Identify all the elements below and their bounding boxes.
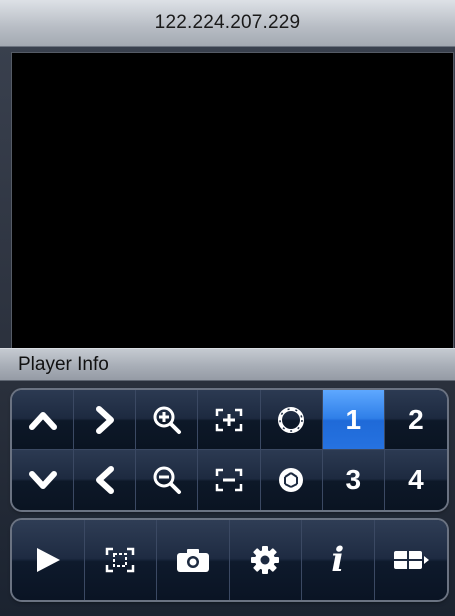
fullscreen-icon [106,547,135,573]
snapshot-button[interactable] [157,520,230,600]
pan-left-button[interactable] [74,450,137,510]
zoom-out-button[interactable] [136,450,199,510]
channel-4-label: 4 [408,464,424,495]
bottom-toolbar: i [12,520,447,600]
player-info-bar: Player Info [0,348,455,381]
ptz-control-grid: 1 2 3 4 [12,390,447,510]
focus-near-button[interactable] [198,390,261,450]
channel-4-button[interactable]: 4 [384,450,447,510]
play-icon [36,548,60,572]
channel-3-label: 3 [345,464,362,495]
focus-out-icon [215,468,243,492]
channel-2-button[interactable]: 2 [384,390,447,450]
player-info-label: Player Info [18,353,109,375]
layout-button[interactable] [374,520,447,600]
layout-grid-icon [393,551,429,569]
chevron-up-icon [28,411,57,430]
fullscreen-button[interactable] [84,520,157,600]
gear-icon [251,546,280,574]
zoom-in-button[interactable] [136,390,199,450]
chevron-left-icon [95,466,114,494]
video-viewport[interactable] [11,52,454,349]
focus-far-button[interactable] [198,450,261,510]
iris-open-button[interactable] [260,390,323,450]
chevron-right-icon [95,405,114,434]
chevron-down-icon [28,471,57,489]
settings-button[interactable] [229,520,302,600]
focus-in-icon [215,408,243,431]
channel-1-label: 1 [345,403,362,435]
title-bar: 122.224.207.229 [0,0,455,47]
iris-close-icon [279,468,304,492]
channel-3-button[interactable]: 3 [322,450,385,510]
pan-down-button[interactable] [12,450,75,510]
info-button[interactable]: i [302,520,375,600]
play-button[interactable] [12,520,85,600]
pan-right-button[interactable] [74,390,137,450]
pan-up-button[interactable] [12,390,75,450]
iris-close-button[interactable] [260,450,323,510]
channel-1-button[interactable]: 1 [322,390,385,450]
channel-2-label: 2 [408,403,424,435]
zoom-in-icon [153,406,181,434]
ip-address-title: 122.224.207.229 [154,12,301,33]
camera-icon [176,549,209,572]
iris-open-icon [278,406,305,433]
info-icon: i [331,540,345,580]
zoom-out-icon [153,466,181,494]
app-window: 122.224.207.229 Player Info 1 2 3 4 i [0,0,455,616]
